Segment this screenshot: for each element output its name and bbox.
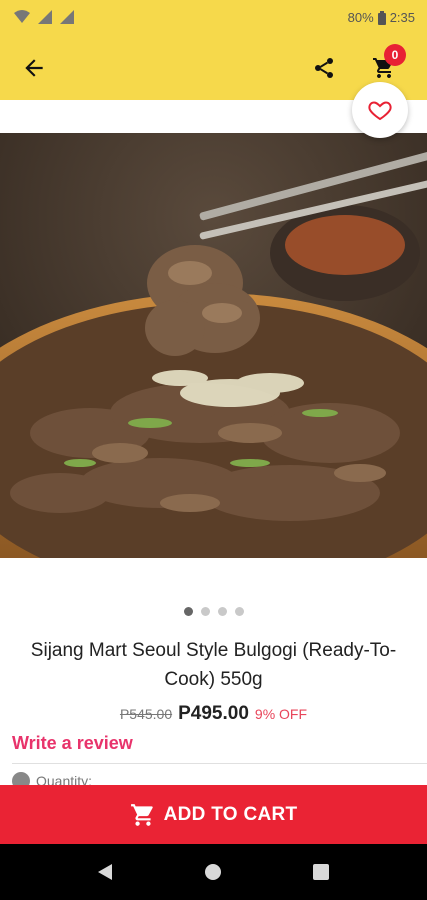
nav-home-icon[interactable] xyxy=(204,863,222,881)
gallery-dot-1[interactable] xyxy=(183,607,193,616)
signal-icon xyxy=(60,10,74,24)
battery-icon xyxy=(377,10,386,25)
back-button[interactable] xyxy=(16,50,52,86)
nav-back-icon[interactable] xyxy=(96,863,114,881)
status-icons-left xyxy=(14,10,74,24)
gallery-indicator xyxy=(0,607,427,616)
favorite-button[interactable] xyxy=(352,82,408,138)
add-to-cart-label: ADD TO CART xyxy=(163,803,298,825)
gallery-dot-2[interactable] xyxy=(200,607,210,616)
gallery-dot-4[interactable] xyxy=(234,607,244,616)
gallery-dot-3[interactable] xyxy=(217,607,227,616)
battery-percent: 80% xyxy=(347,10,374,25)
system-nav-bar xyxy=(0,844,427,900)
divider xyxy=(12,763,427,764)
status-icons-right: 80% 2:35 xyxy=(348,10,415,25)
share-icon xyxy=(315,58,333,78)
write-review-link[interactable]: Write a review xyxy=(12,733,133,754)
add-to-cart-button[interactable]: ADD TO CART xyxy=(0,785,427,844)
cart-button[interactable]: 0 xyxy=(364,44,406,86)
nav-recents-icon[interactable] xyxy=(312,863,330,881)
back-arrow-icon xyxy=(25,59,43,77)
wifi-icon xyxy=(14,10,30,23)
original-price: P545.00 xyxy=(119,706,173,722)
price-row: P545.00 P495.00 9% OFF xyxy=(0,703,427,725)
share-button[interactable] xyxy=(306,50,342,86)
heart-icon xyxy=(368,101,392,121)
signal-icon xyxy=(38,10,52,24)
cart-icon xyxy=(130,803,153,826)
product-image[interactable] xyxy=(0,133,427,558)
clock: 2:35 xyxy=(389,10,415,25)
product-title: Sijang Mart Seoul Style Bulgogi (Ready-T… xyxy=(30,640,397,690)
sale-price: P495.00 xyxy=(178,703,249,724)
discount-label: 9% OFF xyxy=(254,706,308,722)
cart-count-badge: 0 xyxy=(384,44,406,66)
bulgogi-photo xyxy=(0,133,427,558)
status-bar: 80% 2:35 xyxy=(0,0,427,36)
